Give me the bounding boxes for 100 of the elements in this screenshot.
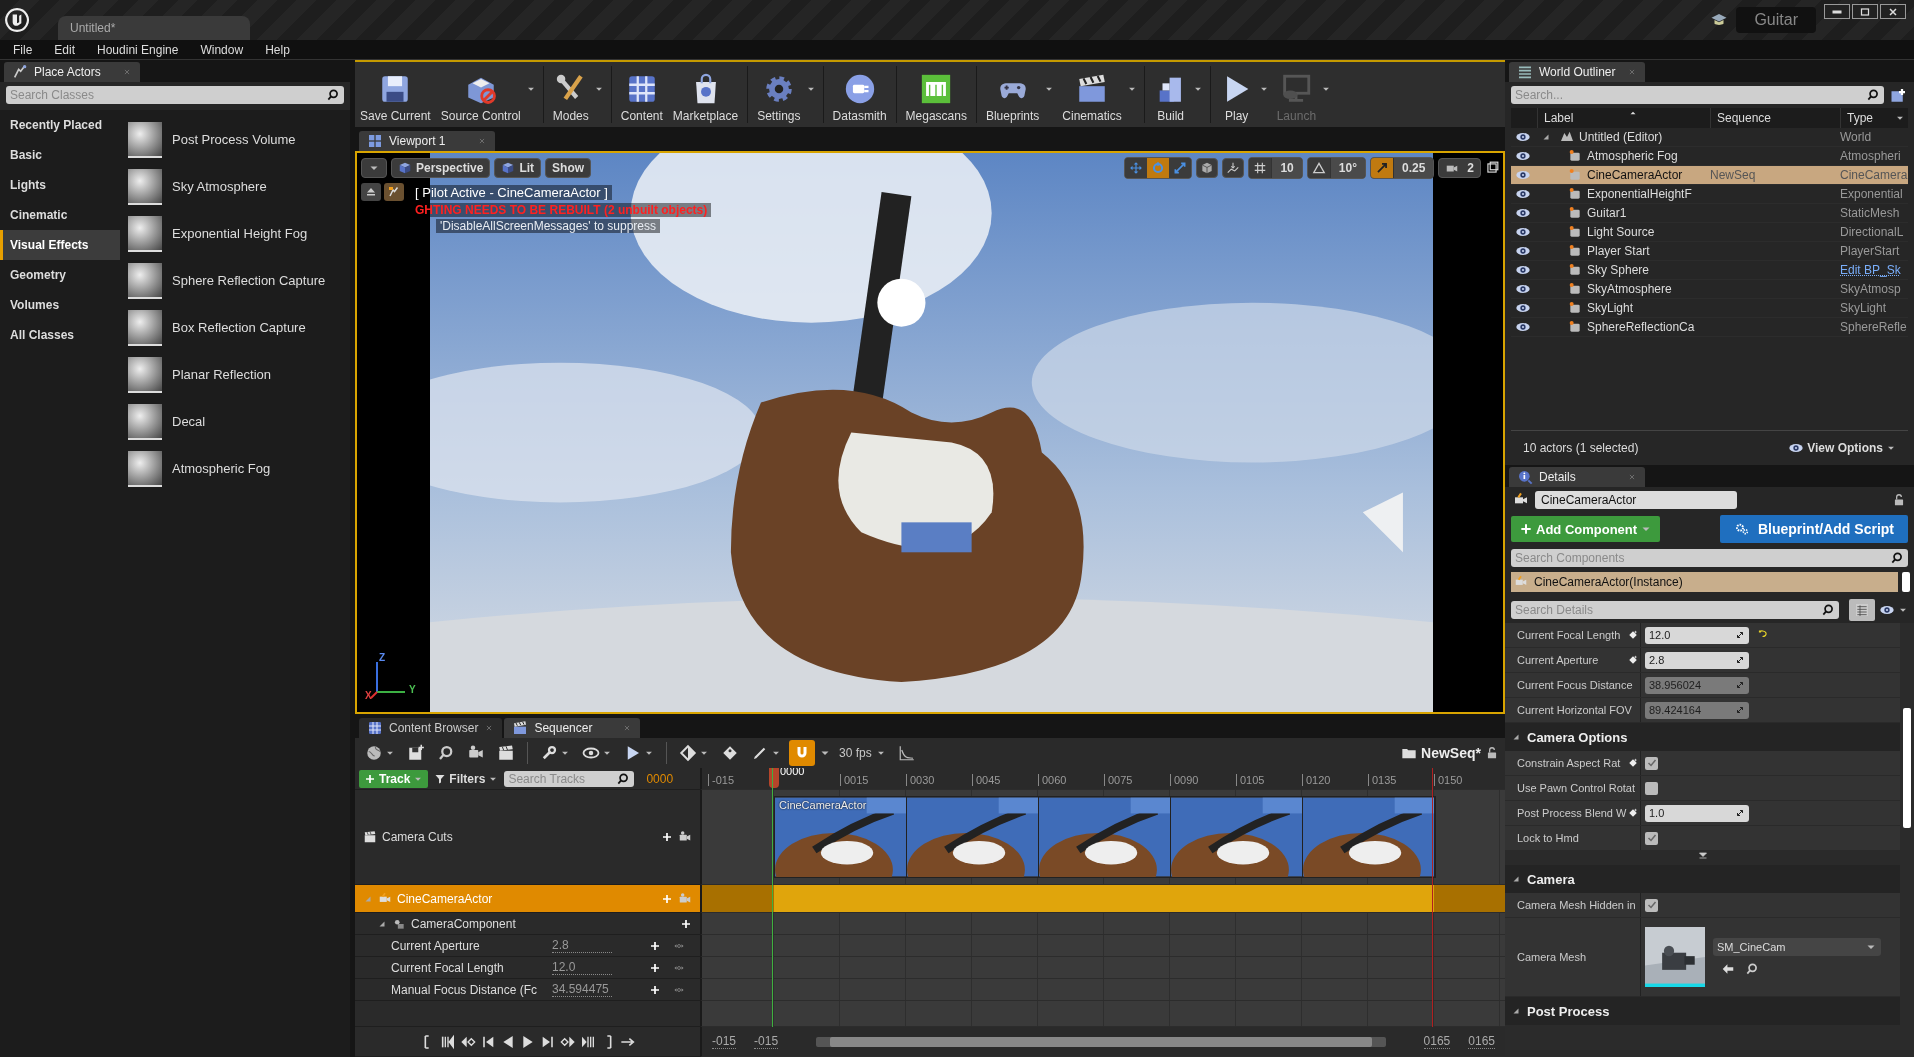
camera-cut-section[interactable]: CineCameraActor: [774, 796, 1436, 878]
view-options-button[interactable]: View Options: [1788, 439, 1896, 457]
plus-icon[interactable]: [649, 983, 661, 996]
category-tab[interactable]: Lights: [0, 170, 120, 200]
category-tab[interactable]: All Classes: [0, 320, 120, 350]
checkbox[interactable]: [1645, 831, 1658, 845]
outliner-row[interactable]: SkyAtmosphere SkyAtmosp: [1511, 280, 1908, 299]
track-row[interactable]: Current Focal Length 12.0: [355, 957, 700, 979]
toolbar-button[interactable]: Megascans: [900, 62, 972, 127]
track-value[interactable]: 34.594475: [552, 982, 612, 997]
panel-tab[interactable]: Viewport 1: [359, 131, 495, 151]
menu-item[interactable]: Edit: [54, 42, 76, 57]
keyframe-icon[interactable]: [1628, 655, 1638, 665]
search-icon[interactable]: [1890, 551, 1904, 565]
snap-value-button[interactable]: 0.25: [1392, 158, 1434, 178]
frame-rate-dropdown[interactable]: 30 fps: [835, 740, 890, 766]
column-header[interactable]: Label: [1537, 108, 1710, 128]
keyframe-icon[interactable]: [1628, 630, 1638, 640]
toolbar-button[interactable]: Datasmith: [827, 62, 892, 127]
category-tab[interactable]: Cinematic: [0, 200, 120, 230]
minimize-button[interactable]: [1824, 4, 1850, 19]
menu-item[interactable]: Houdini Engine: [97, 42, 179, 57]
toolbar-button[interactable]: Blueprints: [980, 62, 1045, 127]
outliner-row[interactable]: Player Start PlayerStart: [1511, 242, 1908, 261]
panel-tab[interactable]: World Outliner: [1509, 62, 1645, 82]
snap-value-button[interactable]: 10: [1271, 158, 1302, 178]
search-icon[interactable]: [1821, 603, 1835, 617]
track-row[interactable]: CameraComponent: [355, 913, 700, 935]
view-mode-button[interactable]: Lit: [494, 158, 542, 178]
checkbox[interactable]: [1645, 781, 1658, 795]
panel-tab[interactable]: Sequencer: [504, 718, 641, 738]
keyframe-icon[interactable]: [1628, 758, 1638, 768]
panel-tab[interactable]: Details: [1509, 467, 1645, 487]
view-options-button[interactable]: [361, 158, 387, 178]
search-icon[interactable]: [1866, 88, 1880, 102]
panel-tab[interactable]: Content Browser: [359, 718, 503, 738]
keyframe-icon[interactable]: [1628, 808, 1639, 818]
search-icon[interactable]: [326, 88, 340, 102]
category-tab[interactable]: Geometry: [0, 260, 120, 290]
outliner-row[interactable]: Sky Sphere Edit BP_Sk: [1511, 261, 1908, 280]
actor-list-item[interactable]: Decal: [124, 398, 346, 445]
asset-dropdown[interactable]: SM_CineCam: [1713, 938, 1881, 956]
name-field[interactable]: CineCameraActor: [1535, 491, 1737, 509]
view-mode-button[interactable]: Perspective: [391, 158, 491, 178]
track-row[interactable]: Manual Focus Distance (Fc 34.594475: [355, 979, 700, 1001]
toolbar-button[interactable]: Cinematics: [1057, 62, 1127, 127]
category-tab[interactable]: Volumes: [0, 290, 120, 320]
view-end-field[interactable]: 0165: [1423, 1034, 1451, 1049]
view-mode-button[interactable]: Show: [545, 158, 592, 178]
range-end-field[interactable]: 0165: [1468, 1034, 1495, 1049]
filters-button[interactable]: Filters: [434, 769, 499, 788]
outliner-row[interactable]: Untitled (Editor) World: [1511, 128, 1908, 147]
category-tab[interactable]: Basic: [0, 140, 120, 170]
scrollbar-thumb[interactable]: [1902, 572, 1910, 592]
document-tab[interactable]: Untitled*: [58, 16, 250, 40]
number-field[interactable]: 1.0: [1645, 804, 1749, 822]
plus-icon[interactable]: [649, 961, 661, 974]
actor-list-item[interactable]: Box Reflection Capture: [124, 304, 346, 351]
arrow-left-icon[interactable]: [1721, 962, 1735, 976]
add-component-button[interactable]: Add Component: [1511, 516, 1661, 542]
add-track-button[interactable]: Track: [359, 769, 429, 788]
maximize-icon[interactable]: [1485, 161, 1499, 175]
edit-link[interactable]: Edit BP_Sk: [1840, 263, 1901, 277]
transform-mode-button[interactable]: [1147, 158, 1170, 178]
menu-item[interactable]: Help: [265, 42, 290, 57]
range-start-field[interactable]: -015: [712, 1034, 737, 1049]
search-icon[interactable]: [616, 771, 631, 786]
coordinate-button[interactable]: [1196, 158, 1219, 178]
toolbar-button[interactable]: Source Control: [435, 62, 526, 127]
outliner-row[interactable]: ExponentialHeightF Exponential: [1511, 185, 1908, 204]
actor-list-item[interactable]: Post Process Volume: [124, 116, 346, 163]
track-row[interactable]: Camera Cuts: [355, 790, 700, 885]
column-header[interactable]: Type: [1840, 108, 1908, 128]
toolbar-button[interactable]: Build: [1148, 62, 1193, 127]
outliner-row[interactable]: CineCameraActor NewSeq CineCamera: [1511, 166, 1908, 185]
column-header[interactable]: Sequence: [1710, 108, 1840, 128]
pilot-button[interactable]: [384, 183, 404, 201]
add-folder-icon[interactable]: [1890, 86, 1908, 104]
toolbar-button[interactable]: Content: [615, 62, 668, 127]
category-tab[interactable]: Visual Effects: [0, 230, 120, 260]
search-field[interactable]: Search Components: [1511, 549, 1908, 567]
menu-item[interactable]: File: [13, 42, 33, 57]
actor-list-item[interactable]: Planar Reflection: [124, 351, 346, 398]
outliner-row[interactable]: SphereReflectionCa SphereRefle: [1511, 318, 1908, 337]
actor-list-item[interactable]: Sky Atmosphere: [124, 163, 346, 210]
category-tab[interactable]: Recently Placed: [0, 110, 120, 140]
plus-icon[interactable]: [680, 917, 692, 930]
track-value[interactable]: 2.8: [552, 938, 612, 953]
toolbar-button[interactable]: Modes: [547, 62, 594, 127]
toolbar-button[interactable]: Marketplace: [667, 62, 744, 127]
surface-snap-button[interactable]: [1222, 158, 1245, 178]
camera-icon[interactable]: [678, 830, 692, 844]
checkbox[interactable]: [1645, 756, 1658, 770]
section-header[interactable]: Post Process: [1505, 997, 1900, 1025]
actor-list-item[interactable]: Atmospheric Fog: [124, 445, 346, 492]
track-row[interactable]: Current Aperture 2.8: [355, 935, 700, 957]
component-row[interactable]: CineCameraActor(Instance): [1511, 572, 1898, 592]
search-field[interactable]: Search Tracks: [504, 770, 635, 787]
lock-icon[interactable]: [1892, 493, 1906, 507]
blueprint-button[interactable]: Blueprint/Add Script: [1719, 515, 1908, 543]
